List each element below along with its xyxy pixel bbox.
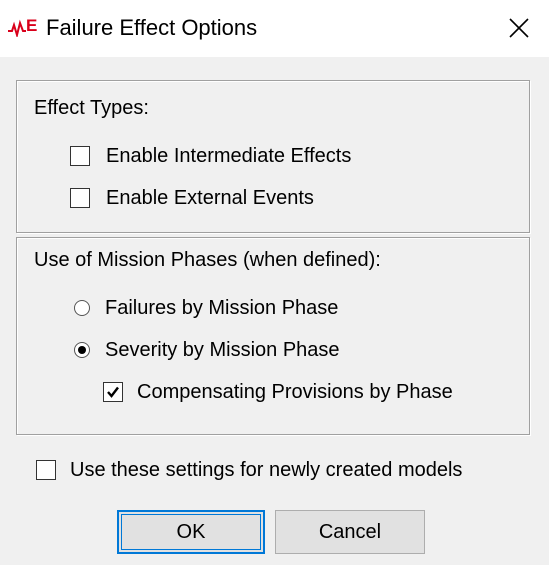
window-title: Failure Effect Options: [46, 15, 258, 40]
intermediate-effects-checkbox[interactable]: [70, 146, 90, 166]
title-bar: E Failure Effect Options: [0, 0, 549, 57]
failures-by-phase-label: Failures by Mission Phase: [105, 297, 339, 319]
failures-by-phase-option[interactable]: Failures by Mission Phase: [74, 296, 338, 320]
checkmark-icon: [107, 386, 119, 398]
external-events-option[interactable]: Enable External Events: [70, 186, 314, 210]
compensating-provisions-label: Compensating Provisions by Phase: [137, 381, 453, 403]
compensating-provisions-option[interactable]: Compensating Provisions by Phase: [103, 380, 453, 404]
radio-selected-dot: [78, 346, 86, 354]
failures-by-phase-radio[interactable]: [74, 300, 90, 316]
default-settings-label: Use these settings for newly created mod…: [70, 459, 463, 481]
effect-types-heading: Effect Types:: [34, 97, 149, 119]
mission-phases-heading: Use of Mission Phases (when defined):: [34, 249, 381, 271]
external-events-label: Enable External Events: [106, 187, 314, 209]
close-icon: [509, 18, 529, 38]
severity-by-phase-label: Severity by Mission Phase: [105, 339, 340, 361]
severity-by-phase-option[interactable]: Severity by Mission Phase: [74, 338, 340, 362]
ok-button[interactable]: OK: [117, 510, 265, 554]
relex-app-icon: E: [8, 15, 42, 39]
cancel-button[interactable]: Cancel: [275, 510, 425, 554]
severity-by-phase-radio[interactable]: [74, 342, 90, 358]
close-button[interactable]: [497, 8, 541, 48]
intermediate-effects-option[interactable]: Enable Intermediate Effects: [70, 144, 351, 168]
compensating-provisions-checkbox[interactable]: [103, 382, 123, 402]
default-settings-checkbox[interactable]: [36, 460, 56, 480]
svg-text:E: E: [26, 16, 37, 35]
intermediate-effects-label: Enable Intermediate Effects: [106, 145, 352, 167]
external-events-checkbox[interactable]: [70, 188, 90, 208]
default-settings-option[interactable]: Use these settings for newly created mod…: [36, 458, 462, 482]
